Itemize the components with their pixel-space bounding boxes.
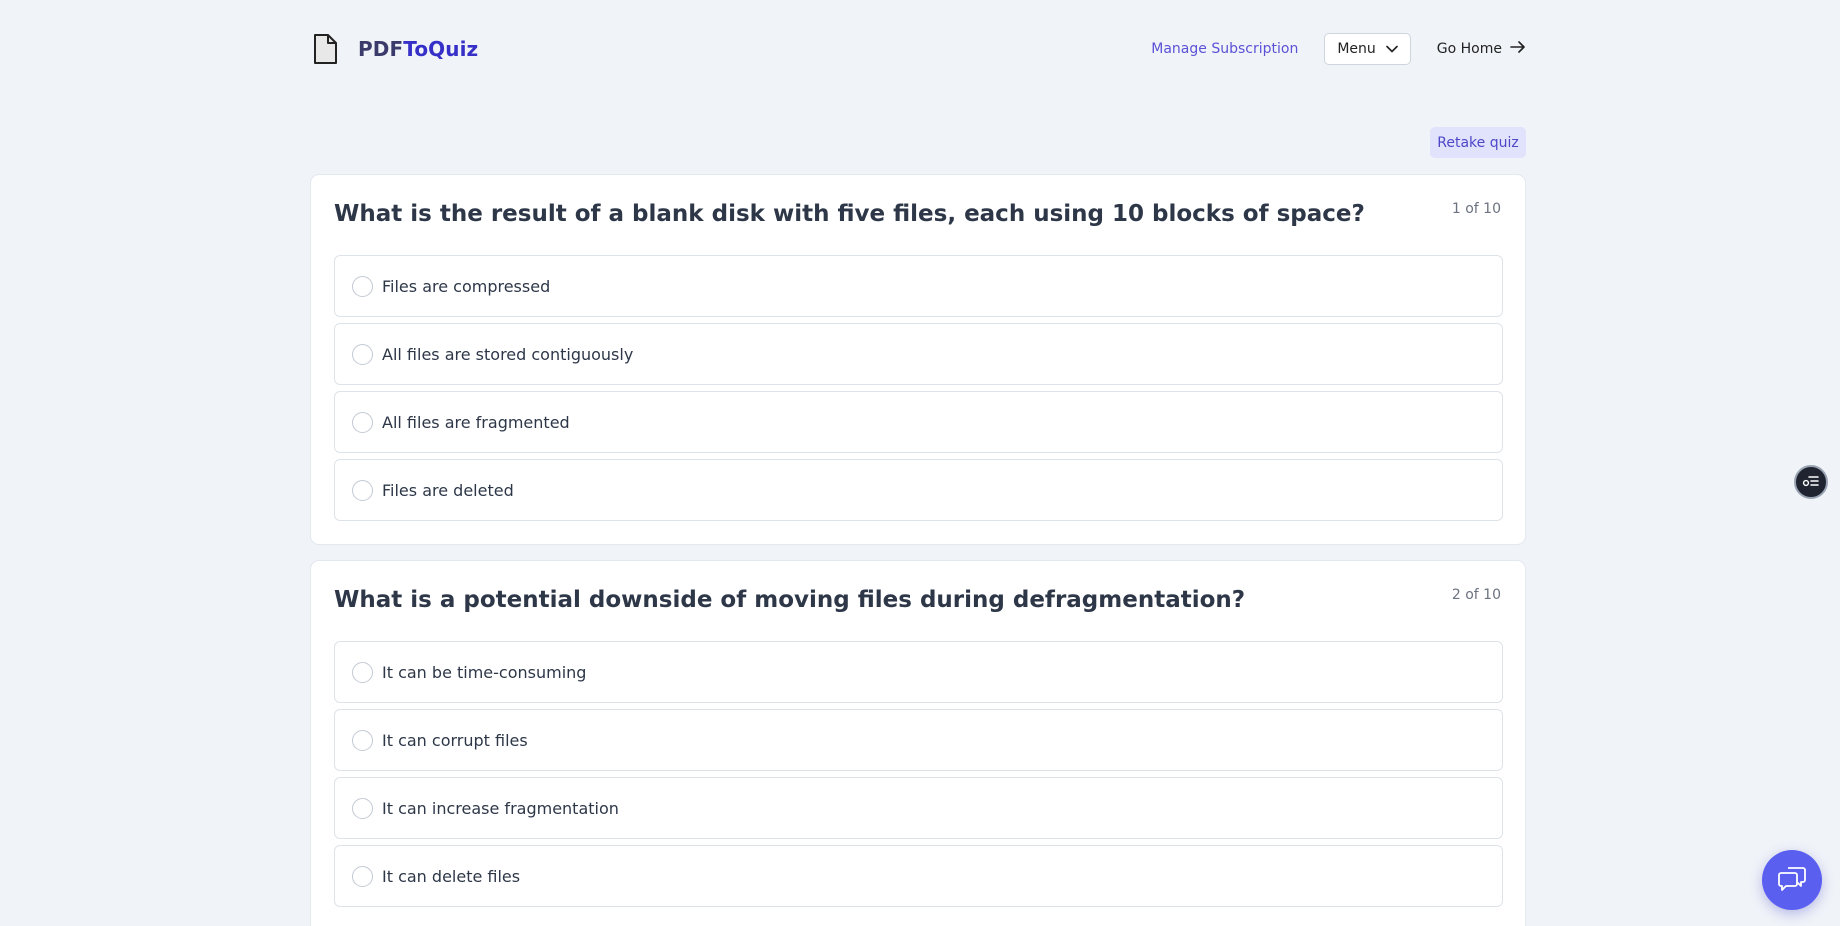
answer-options: Files are compressed All files are store…: [334, 255, 1503, 527]
answer-label: It can delete files: [382, 866, 521, 886]
answer-option[interactable]: It can be time-consuming: [334, 641, 1503, 703]
answer-label: Files are compressed: [382, 276, 551, 296]
answer-option[interactable]: It can corrupt files: [334, 709, 1503, 771]
question-card: What is the result of a blank disk with …: [310, 174, 1526, 545]
answer-option[interactable]: All files are stored contiguously: [334, 323, 1503, 385]
document-icon: [310, 32, 340, 66]
answer-label: All files are fragmented: [382, 412, 570, 432]
arrow-right-icon: [1510, 40, 1526, 58]
radio-button[interactable]: [352, 343, 373, 365]
radio-button[interactable]: [352, 275, 373, 297]
answer-label: Files are deleted: [382, 480, 514, 500]
brand-name: PDFToQuiz: [358, 37, 478, 61]
radio-button[interactable]: [352, 865, 373, 887]
brand[interactable]: PDFToQuiz: [310, 32, 478, 66]
answer-option[interactable]: Files are deleted: [334, 459, 1503, 521]
retake-quiz-button[interactable]: Retake quiz: [1430, 127, 1526, 158]
question-counter: 2 of 10: [1451, 587, 1501, 603]
menu-label: Menu: [1337, 41, 1376, 57]
brand-name-part2: ToQuiz: [403, 37, 479, 61]
settings-list-icon: [1802, 473, 1820, 492]
radio-button[interactable]: [352, 661, 373, 683]
quiz-page: PDFToQuiz Manage Subscription Menu Go Ho…: [0, 0, 1840, 926]
header-nav: Manage Subscription Menu Go Home: [1151, 33, 1526, 65]
question-title: What is a potential downside of moving f…: [334, 587, 1246, 613]
chat-bubbles-icon: [1777, 864, 1807, 896]
radio-button[interactable]: [352, 411, 373, 433]
go-home-link[interactable]: Go Home: [1437, 40, 1526, 58]
answer-label: It can corrupt files: [382, 730, 528, 750]
chat-button[interactable]: [1762, 850, 1822, 910]
manage-subscription-link[interactable]: Manage Subscription: [1151, 41, 1298, 57]
side-widget-button[interactable]: [1794, 465, 1828, 499]
answer-label: It can be time-consuming: [382, 662, 587, 682]
radio-button[interactable]: [352, 479, 373, 501]
answer-option[interactable]: Files are compressed: [334, 255, 1503, 317]
answer-option[interactable]: All files are fragmented: [334, 391, 1503, 453]
radio-button[interactable]: [352, 797, 373, 819]
brand-name-part1: PDF: [358, 37, 404, 61]
answer-option[interactable]: It can increase fragmentation: [334, 777, 1503, 839]
menu-button[interactable]: Menu: [1324, 33, 1411, 65]
question-title: What is the result of a blank disk with …: [334, 201, 1365, 227]
answer-options: It can be time-consuming It can corrupt …: [334, 641, 1503, 913]
answer-label: All files are stored contiguously: [382, 344, 634, 364]
go-home-label: Go Home: [1436, 41, 1502, 57]
chevron-down-icon: [1385, 41, 1398, 57]
answer-label: It can increase fragmentation: [382, 798, 619, 818]
top-header: PDFToQuiz Manage Subscription Menu Go Ho…: [310, 20, 1526, 78]
answer-option[interactable]: It can delete files: [334, 845, 1503, 907]
question-card: What is a potential downside of moving f…: [310, 560, 1526, 926]
question-counter: 1 of 10: [1451, 201, 1501, 217]
radio-button[interactable]: [352, 729, 373, 751]
